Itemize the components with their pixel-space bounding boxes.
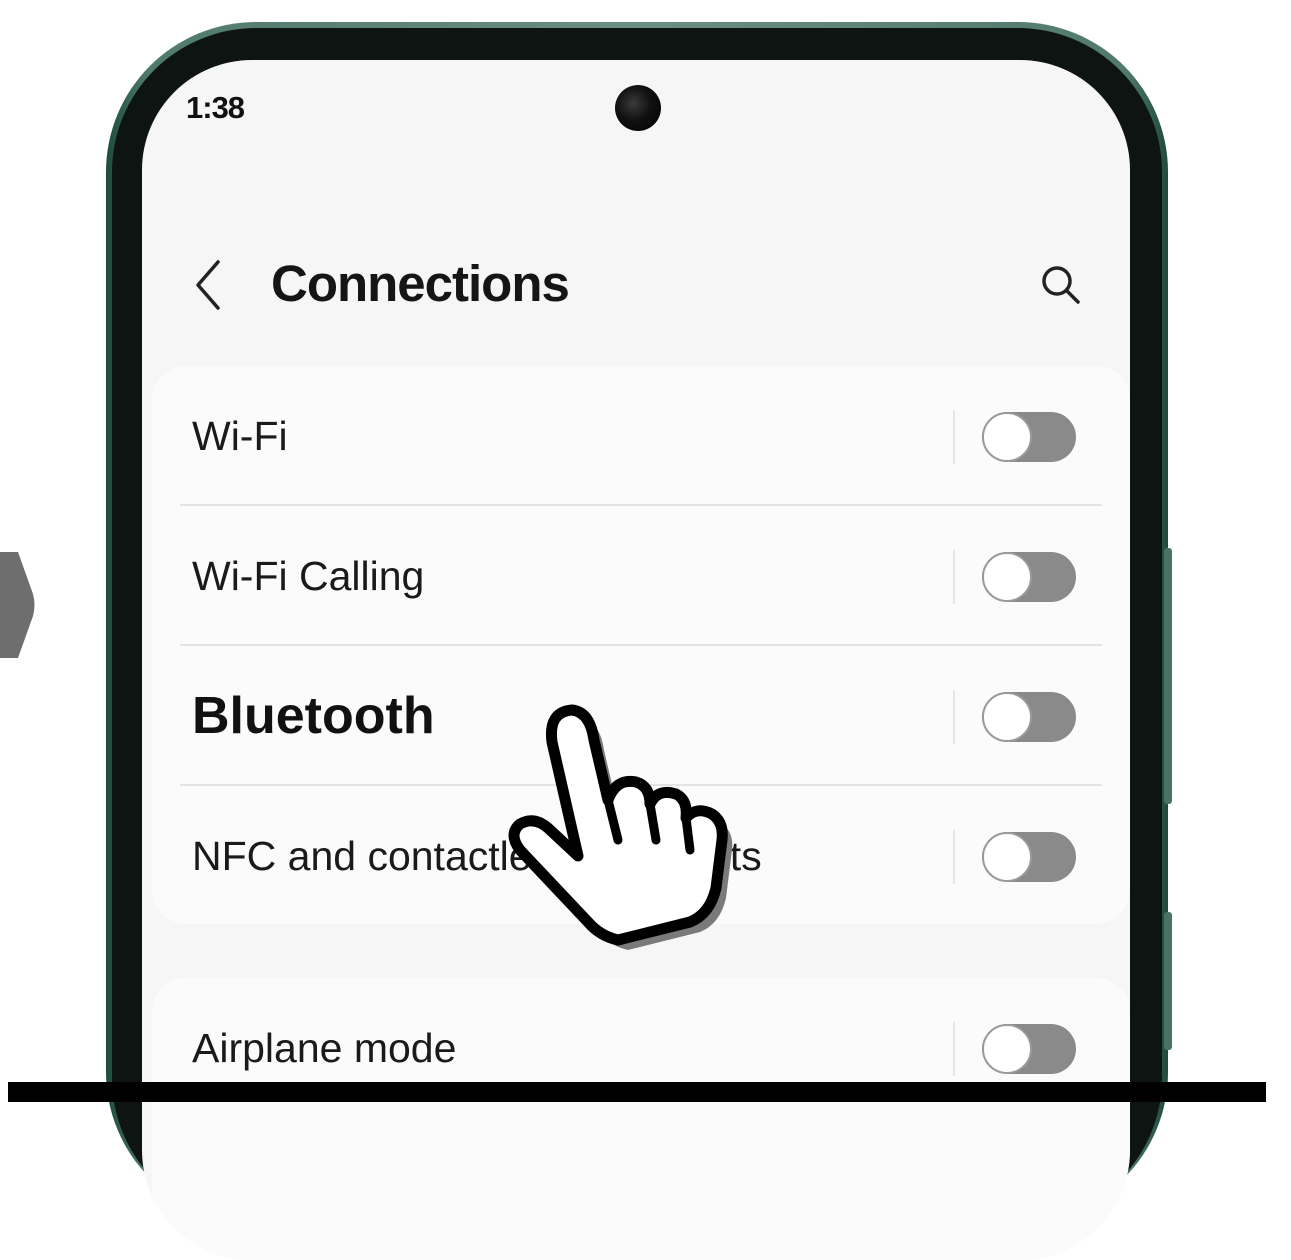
slide-arrow-icon[interactable] — [0, 552, 36, 658]
wifi-calling-toggle[interactable] — [982, 552, 1076, 602]
airplane-card: Airplane mode — [152, 978, 1130, 1260]
nfc-toggle[interactable] — [982, 832, 1076, 882]
bottom-bar — [8, 1082, 1266, 1102]
airplane-mode-toggle[interactable] — [982, 1024, 1076, 1074]
back-icon[interactable] — [188, 256, 228, 314]
front-camera — [615, 85, 661, 131]
setting-row-wifi-calling[interactable]: Wi-Fi Calling — [152, 506, 1130, 646]
row-separator — [953, 830, 955, 884]
volume-button — [1164, 548, 1172, 804]
setting-label: Bluetooth — [192, 687, 435, 745]
setting-label: Wi-Fi Calling — [192, 553, 425, 599]
status-time: 1:38 — [186, 90, 245, 125]
bluetooth-toggle[interactable] — [982, 692, 1076, 742]
row-separator — [953, 1022, 955, 1076]
power-button — [1164, 912, 1172, 1050]
setting-row-wifi[interactable]: Wi-Fi — [152, 366, 1130, 506]
phone-screen: 1:38 Connections Wi-Fi Wi-Fi Calling Blu… — [142, 60, 1130, 1260]
search-icon[interactable] — [1036, 260, 1086, 310]
wifi-toggle[interactable] — [982, 412, 1076, 462]
pointing-hand-icon — [508, 704, 733, 950]
row-separator — [953, 690, 955, 744]
row-separator — [953, 410, 955, 464]
page-title: Connections — [271, 255, 570, 312]
row-separator — [953, 550, 955, 604]
setting-label: Wi-Fi — [192, 413, 288, 459]
